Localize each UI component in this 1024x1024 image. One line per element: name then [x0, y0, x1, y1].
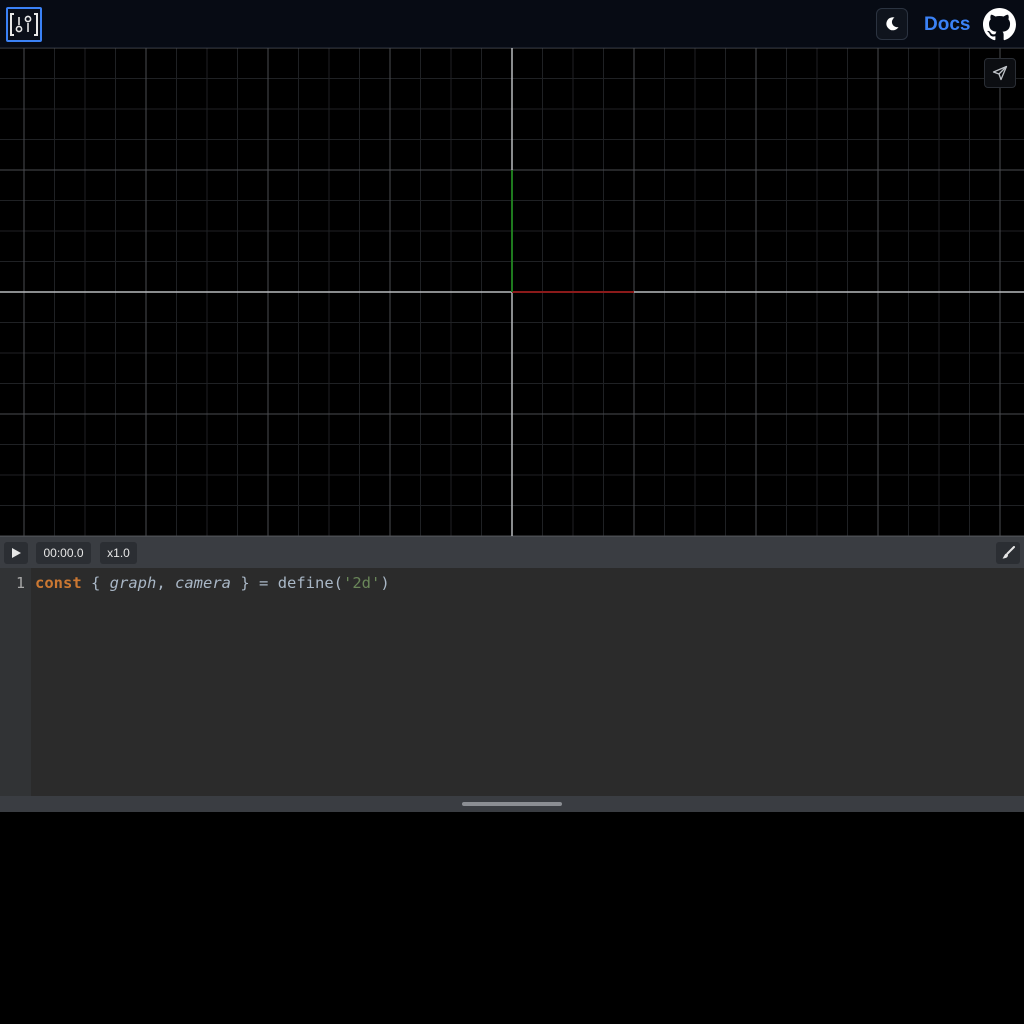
code-editor[interactable]: 1 const { graph, camera } = define('2d'): [0, 568, 1024, 796]
moon-icon: [886, 17, 899, 31]
panel-resize-bar[interactable]: [0, 796, 1024, 812]
resize-handle[interactable]: [462, 802, 562, 806]
send-icon: [992, 65, 1008, 81]
time-display: 00:00.0: [36, 542, 91, 564]
speed-button[interactable]: x1.0: [100, 542, 137, 564]
clear-button[interactable]: [996, 542, 1020, 564]
graph-canvas[interactable]: [0, 48, 1024, 536]
share-button[interactable]: [984, 58, 1016, 88]
line-number: 1: [15, 574, 25, 592]
coordinate-grid: [0, 48, 1024, 536]
theme-toggle-button[interactable]: [876, 8, 908, 40]
function-token: define(: [277, 574, 344, 592]
punct-token: } =: [231, 574, 278, 592]
playback-toolbar: 00:00.0 x1.0: [0, 536, 1024, 568]
keyword-token: const: [35, 574, 82, 592]
github-link[interactable]: [983, 8, 1016, 41]
top-navbar: Docs: [0, 0, 1024, 48]
variable-token: camera: [175, 574, 232, 592]
variable-token: graph: [109, 574, 157, 592]
brush-icon: [1002, 546, 1015, 559]
punct-token: {: [81, 574, 110, 592]
play-button[interactable]: [4, 542, 28, 564]
play-icon: [12, 548, 21, 558]
punct-token: ): [380, 574, 390, 592]
brackets-logo-icon[interactable]: [6, 7, 42, 42]
string-token: '2d': [343, 574, 381, 592]
github-icon: [983, 8, 1016, 41]
line-gutter: 1: [0, 568, 31, 796]
docs-link[interactable]: Docs: [924, 13, 970, 37]
code-line[interactable]: const { graph, camera } = define('2d'): [35, 574, 390, 592]
punct-token: ,: [156, 574, 176, 592]
